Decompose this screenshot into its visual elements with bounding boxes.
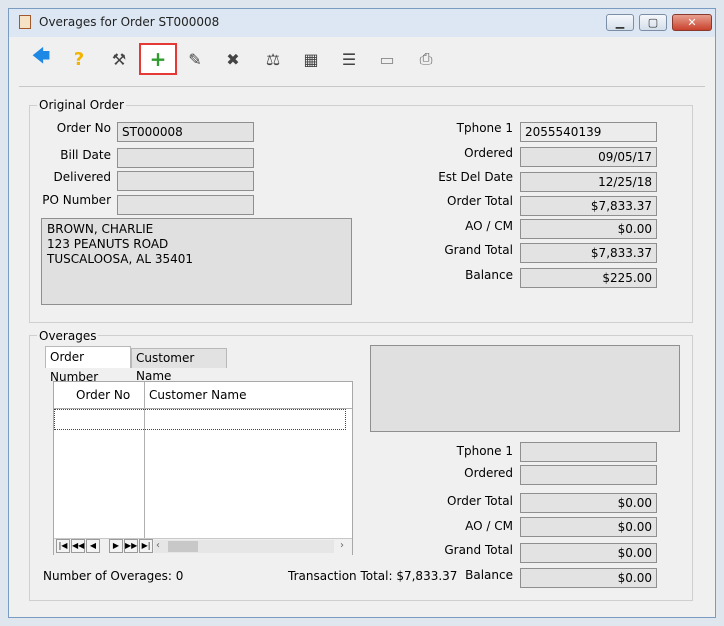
overages-legend: Overages: [37, 329, 99, 343]
register-icon[interactable]: ▦: [299, 47, 323, 71]
overage-grand-total-label: Grand Total: [444, 543, 513, 557]
title-bar: Overages for Order ST000008 ▁ ▢ ✕: [9, 9, 715, 37]
overages-grid: Order No Customer Name |◀ ◀◀ ◀ ▶ ▶▶ ▶| ‹…: [53, 381, 353, 555]
overage-order-total-field[interactable]: $0.00: [520, 493, 657, 513]
ao-cm-label: AO / CM: [465, 219, 513, 233]
overage-tphone1-field[interactable]: [520, 442, 657, 462]
ao-cm-field[interactable]: $0.00: [520, 219, 657, 239]
column-header-customer-name[interactable]: Customer Name: [149, 388, 247, 402]
ordered-field[interactable]: 09/05/17: [520, 147, 657, 167]
edit-document-icon[interactable]: ✎: [183, 47, 207, 71]
overage-ao-cm-label: AO / CM: [465, 519, 513, 533]
add-document-icon[interactable]: +: [146, 47, 170, 71]
bill-date-label: Bill Date: [60, 148, 111, 162]
bill-date-field[interactable]: [117, 148, 254, 168]
scrollbar-thumb[interactable]: [168, 541, 198, 552]
balance-field[interactable]: $225.00: [520, 268, 657, 288]
grand-total-label: Grand Total: [444, 243, 513, 257]
ordered-label: Ordered: [464, 146, 513, 160]
maximize-button[interactable]: ▢: [639, 14, 667, 31]
scroll-right-icon[interactable]: ›: [340, 540, 344, 551]
tphone1-field[interactable]: 2055540139: [520, 122, 657, 142]
overage-address-box: [370, 345, 680, 432]
scroll-left-icon[interactable]: ‹: [156, 540, 160, 551]
last-record-button[interactable]: ▶|: [139, 539, 153, 553]
order-total-field[interactable]: $7,833.37: [520, 196, 657, 216]
overage-ao-cm-field[interactable]: $0.00: [520, 517, 657, 537]
document-icon[interactable]: ▭: [375, 47, 399, 71]
delivered-label: Delivered: [53, 170, 111, 184]
back-arrow-icon[interactable]: 🡄: [29, 46, 53, 71]
original-order-legend: Original Order: [37, 98, 126, 112]
order-no-field[interactable]: ST000008: [117, 122, 254, 142]
balance-label: Balance: [465, 268, 513, 282]
tab-order-number[interactable]: Order Number: [45, 346, 131, 384]
tools-icon[interactable]: ⚒: [107, 47, 131, 71]
grand-total-field[interactable]: $7,833.37: [520, 243, 657, 263]
overage-grand-total-field[interactable]: $0.00: [520, 543, 657, 563]
close-button[interactable]: ✕: [672, 14, 712, 31]
minimize-button[interactable]: ▁: [606, 14, 634, 31]
help-icon[interactable]: ?: [67, 47, 91, 71]
grid-navigator: |◀ ◀◀ ◀ ▶ ▶▶ ▶| ‹ ›: [54, 538, 352, 555]
prev-page-button[interactable]: ◀◀: [71, 539, 85, 553]
delete-document-icon[interactable]: ✖: [221, 47, 245, 71]
print-icon[interactable]: ⎙: [414, 47, 438, 71]
address-line: 123 PEANUTS ROAD: [47, 237, 169, 251]
column-divider: [144, 382, 145, 538]
overages-window: Overages for Order ST000008 ▁ ▢ ✕ 🡄 ? ⚒ …: [8, 8, 716, 618]
table-row[interactable]: [54, 409, 346, 430]
address-line: TUSCALOOSA, AL 35401: [47, 252, 194, 266]
next-record-button[interactable]: ▶: [109, 539, 123, 553]
address-line: BROWN, CHARLIE: [47, 222, 154, 236]
toolbar-divider: [19, 86, 705, 87]
customer-address-box: BROWN, CHARLIE 123 PEANUTS ROAD TUSCALOO…: [41, 218, 352, 305]
report-icon[interactable]: ☰: [337, 47, 361, 71]
app-icon: [19, 15, 31, 29]
order-no-label: Order No: [56, 121, 111, 135]
horizontal-scrollbar[interactable]: ‹ ›: [154, 540, 344, 553]
overage-balance-label: Balance: [465, 568, 513, 582]
prev-record-button[interactable]: ◀: [86, 539, 100, 553]
est-del-date-label: Est Del Date: [438, 170, 513, 184]
overage-balance-field[interactable]: $0.00: [520, 568, 657, 588]
overage-order-total-label: Order Total: [447, 494, 513, 508]
po-number-label: PO Number: [42, 193, 111, 207]
est-del-date-field[interactable]: 12/25/18: [520, 172, 657, 192]
overage-ordered-field[interactable]: [520, 465, 657, 485]
overage-ordered-label: Ordered: [464, 466, 513, 480]
overage-count-text: Number of Overages: 0: [43, 569, 184, 583]
window-title: Overages for Order ST000008: [39, 15, 220, 29]
first-record-button[interactable]: |◀: [56, 539, 70, 553]
next-page-button[interactable]: ▶▶: [124, 539, 138, 553]
column-header-order-no[interactable]: Order No: [76, 388, 130, 402]
po-number-field[interactable]: [117, 195, 254, 215]
order-total-label: Order Total: [447, 194, 513, 208]
delivered-field[interactable]: [117, 171, 254, 191]
toolbar: 🡄 ? ⚒ + ✎ ✖ ⚖ ▦ ☰ ▭ ⎙: [9, 37, 715, 79]
balance-scale-icon[interactable]: ⚖: [261, 47, 285, 71]
tab-customer-name[interactable]: Customer Name: [131, 348, 227, 383]
overage-tphone1-label: Tphone 1: [456, 444, 513, 458]
tphone1-label: Tphone 1: [456, 121, 513, 135]
